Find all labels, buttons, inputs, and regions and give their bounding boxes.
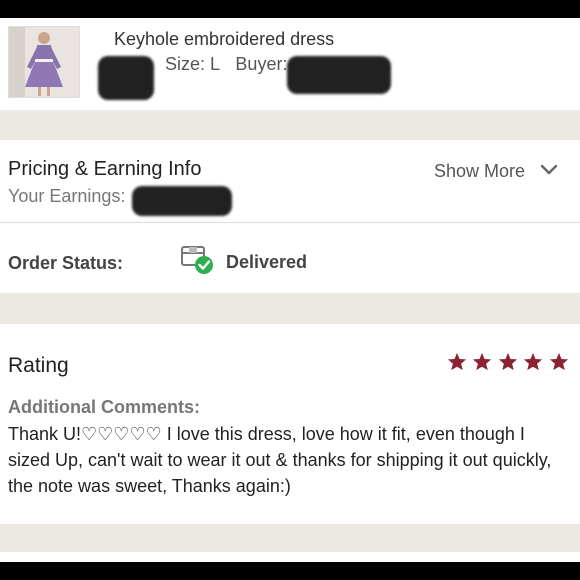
order-status-value: Delivered [226, 252, 308, 272]
earnings-redaction [132, 186, 232, 216]
star-icon [472, 352, 493, 372]
star-icon [523, 352, 544, 372]
star-icon [549, 352, 570, 372]
star-rating [447, 352, 570, 372]
pricing-title: Pricing & Earning Info [8, 158, 202, 180]
item-size: Size: L [165, 54, 220, 74]
item-title[interactable]: Keyhole embroidered dress [114, 29, 334, 50]
additional-comments-label: Additional Comments: [8, 397, 200, 417]
item-card[interactable]: Keyhole embroidered dress Size: L Buyer: [0, 18, 580, 110]
buyer-label: Buyer: [235, 54, 288, 74]
order-status-label: Order Status: [8, 253, 124, 273]
screen: Keyhole embroidered dress Size: L Buyer:… [0, 18, 580, 562]
star-icon [447, 352, 468, 372]
rating-card: Rating Additional Comments: Thank U!♡♡♡♡… [0, 324, 580, 524]
rating-title: Rating [8, 354, 69, 377]
additional-comments-text: Thank U!♡♡♡♡♡ I love this dress, love ho… [8, 424, 552, 496]
pricing-card[interactable]: Pricing & Earning Info Your Earnings: Sh… [0, 140, 580, 223]
buyer-name-redaction [287, 56, 391, 94]
next-card-edge [0, 552, 580, 562]
order-status-card: Order Status: Delivered [0, 223, 580, 293]
price-redaction [98, 56, 154, 100]
chevron-down-icon[interactable] [540, 164, 558, 176]
earnings-label: Your Earnings: [8, 186, 126, 206]
delivered-box-icon [181, 246, 213, 274]
star-icon [498, 352, 519, 372]
show-more-button[interactable]: Show More [434, 161, 525, 182]
item-thumbnail[interactable] [8, 26, 80, 98]
dress-photo-image [9, 27, 79, 97]
